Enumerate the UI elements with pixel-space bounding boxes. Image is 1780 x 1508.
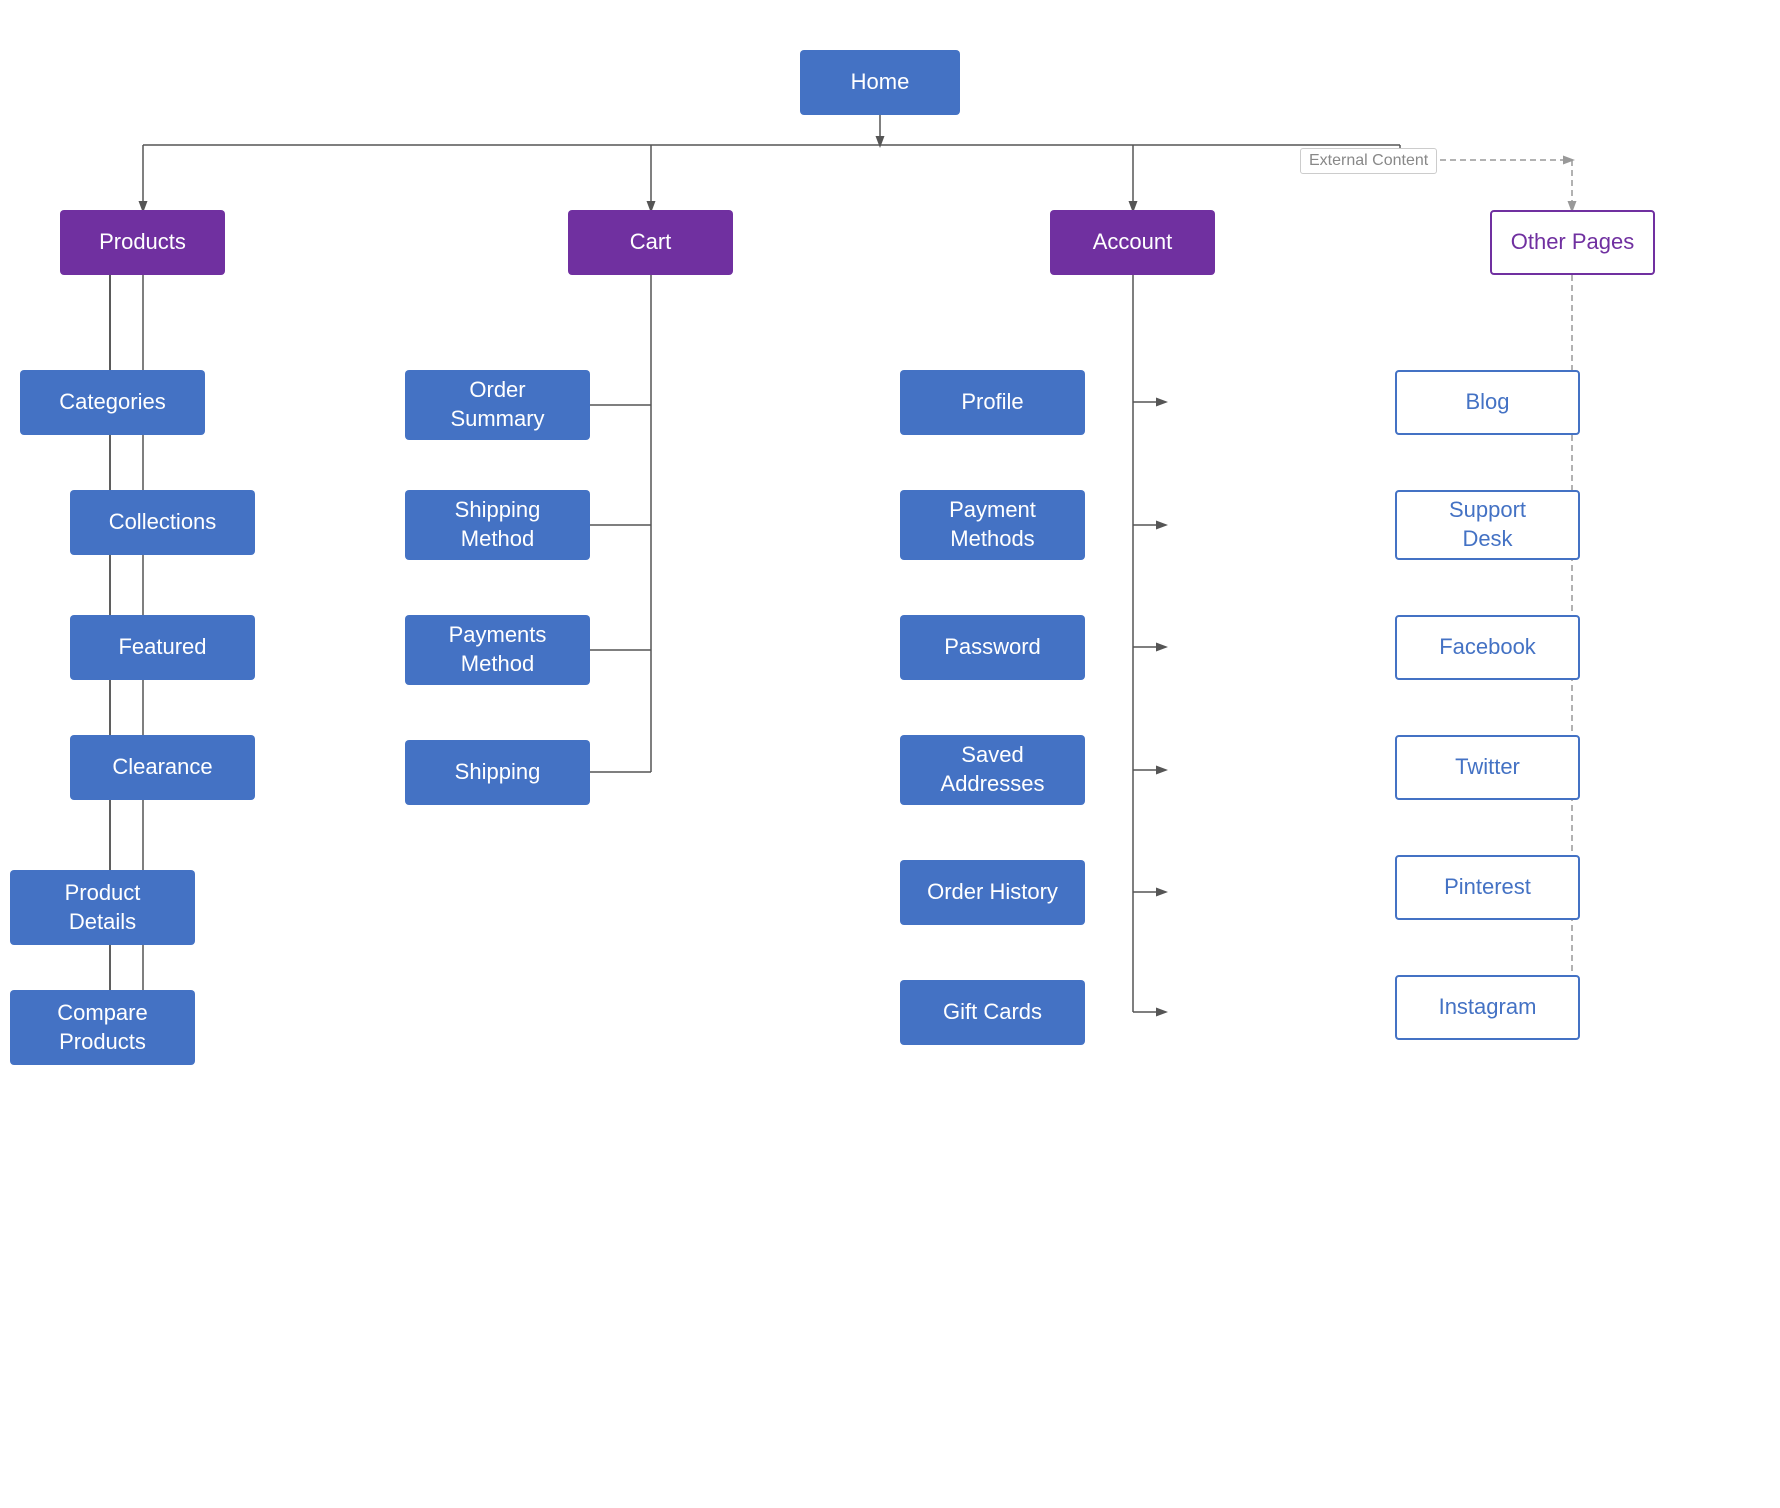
shipping-label: Shipping: [455, 758, 541, 787]
pinterest-node: Pinterest: [1395, 855, 1580, 920]
products-node: Products: [60, 210, 225, 275]
account-label: Account: [1093, 228, 1173, 257]
profile-node: Profile: [900, 370, 1085, 435]
other-pages-node: Other Pages: [1490, 210, 1655, 275]
home-label: Home: [851, 68, 910, 97]
payments-method-label: PaymentsMethod: [449, 621, 547, 678]
order-summary-label: OrderSummary: [450, 376, 544, 433]
order-history-node: Order History: [900, 860, 1085, 925]
clearance-label: Clearance: [112, 753, 212, 782]
other-pages-label: Other Pages: [1511, 228, 1635, 257]
instagram-node: Instagram: [1395, 975, 1580, 1040]
gift-cards-label: Gift Cards: [943, 998, 1042, 1027]
instagram-label: Instagram: [1439, 993, 1537, 1022]
pinterest-label: Pinterest: [1444, 873, 1531, 902]
support-desk-label: SupportDesk: [1449, 496, 1526, 553]
gift-cards-node: Gift Cards: [900, 980, 1085, 1045]
product-details-node: ProductDetails: [10, 870, 195, 945]
home-node: Home: [800, 50, 960, 115]
categories-node: Categories: [20, 370, 205, 435]
blog-node: Blog: [1395, 370, 1580, 435]
facebook-label: Facebook: [1439, 633, 1536, 662]
product-details-label: ProductDetails: [65, 879, 141, 936]
cart-label: Cart: [630, 228, 672, 257]
products-label: Products: [99, 228, 186, 257]
clearance-node: Clearance: [70, 735, 255, 800]
payment-methods-label: PaymentMethods: [949, 496, 1036, 553]
saved-addresses-label: SavedAddresses: [941, 741, 1045, 798]
featured-label: Featured: [118, 633, 206, 662]
categories-label: Categories: [59, 388, 165, 417]
facebook-node: Facebook: [1395, 615, 1580, 680]
blog-label: Blog: [1465, 388, 1509, 417]
twitter-label: Twitter: [1455, 753, 1520, 782]
external-content-text: External Content: [1309, 152, 1428, 169]
compare-products-label: CompareProducts: [57, 999, 147, 1056]
twitter-node: Twitter: [1395, 735, 1580, 800]
account-node: Account: [1050, 210, 1215, 275]
payments-method-node: PaymentsMethod: [405, 615, 590, 685]
cart-node: Cart: [568, 210, 733, 275]
payment-methods-node: PaymentMethods: [900, 490, 1085, 560]
profile-label: Profile: [961, 388, 1023, 417]
diagram: Home Products Cart Account Other Pages E…: [0, 0, 1780, 1508]
password-node: Password: [900, 615, 1085, 680]
compare-products-node: CompareProducts: [10, 990, 195, 1065]
collections-node: Collections: [70, 490, 255, 555]
shipping-method-label: ShippingMethod: [455, 496, 541, 553]
order-history-label: Order History: [927, 878, 1058, 907]
support-desk-node: SupportDesk: [1395, 490, 1580, 560]
shipping-method-node: ShippingMethod: [405, 490, 590, 560]
featured-node: Featured: [70, 615, 255, 680]
password-label: Password: [944, 633, 1041, 662]
collections-label: Collections: [109, 508, 217, 537]
order-summary-node: OrderSummary: [405, 370, 590, 440]
shipping-node: Shipping: [405, 740, 590, 805]
external-content-label: External Content: [1300, 148, 1437, 174]
saved-addresses-node: SavedAddresses: [900, 735, 1085, 805]
